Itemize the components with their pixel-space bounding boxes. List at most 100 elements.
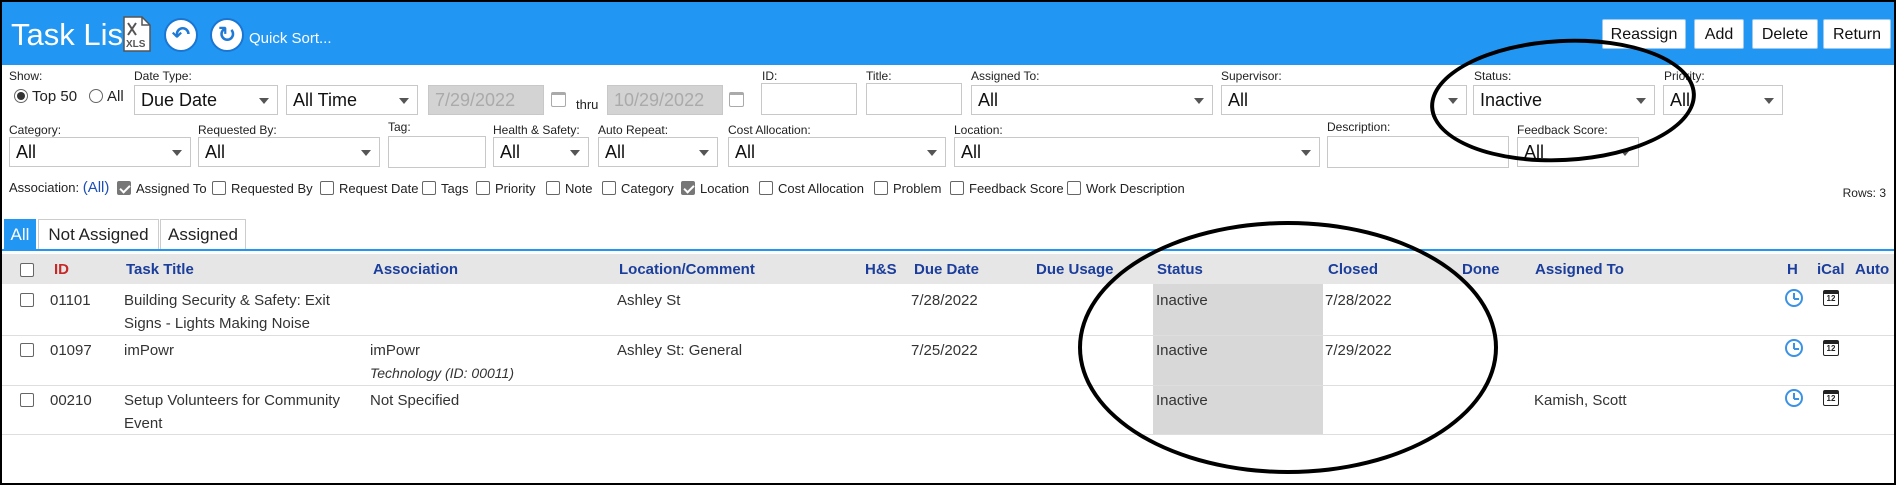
- task-location: Ashley St: [617, 292, 681, 309]
- row-divider: [2, 434, 1894, 435]
- title-label: Title:: [866, 69, 892, 83]
- ical-calendar-icon[interactable]: 12: [1823, 290, 1839, 306]
- health-safety-select[interactable]: All: [493, 137, 589, 167]
- cost-allocation-select[interactable]: All: [728, 137, 946, 167]
- select-all-checkbox[interactable]: [20, 263, 34, 277]
- tab-assigned[interactable]: Assigned: [160, 219, 246, 250]
- cost-allocation-label: Cost Allocation:: [728, 123, 811, 137]
- association-checkbox[interactable]: [546, 181, 560, 195]
- col-auto[interactable]: Auto: [1855, 261, 1889, 278]
- return-button[interactable]: Return: [1823, 19, 1891, 49]
- association-checkbox[interactable]: [1067, 181, 1081, 195]
- col-done[interactable]: Done: [1462, 261, 1500, 278]
- association-checkbox[interactable]: [476, 181, 490, 195]
- page-title: Task List: [11, 17, 132, 52]
- refresh-icon[interactable]: ↻: [210, 18, 244, 52]
- ical-calendar-icon[interactable]: 12: [1823, 340, 1839, 356]
- task-list-window: Task List XLS ↶ ↻ Quick Sort... Reassign…: [0, 0, 1896, 485]
- col-assigned-to[interactable]: Assigned To: [1535, 261, 1624, 278]
- location-label: Location:: [954, 123, 1003, 137]
- col-task-title[interactable]: Task Title: [126, 261, 194, 278]
- col-health-safety[interactable]: H&S: [865, 261, 897, 278]
- association-checkbox[interactable]: [602, 181, 616, 195]
- id-input[interactable]: [761, 83, 857, 115]
- requested-by-label: Requested By:: [198, 123, 277, 137]
- association-checkbox[interactable]: [759, 181, 773, 195]
- chevron-down-icon: [699, 150, 709, 156]
- date-type-select[interactable]: Due Date: [134, 85, 278, 115]
- health-safety-label: Health & Safety:: [493, 123, 580, 137]
- history-clock-icon[interactable]: [1785, 389, 1803, 407]
- association-checkbox[interactable]: [422, 181, 436, 195]
- task-title[interactable]: imPowr: [124, 342, 174, 359]
- date-to-input[interactable]: 10/29/2022: [607, 85, 723, 115]
- title-input[interactable]: [866, 83, 962, 115]
- col-location-comment[interactable]: Location/Comment: [619, 261, 755, 278]
- assigned-to-select[interactable]: All: [971, 85, 1213, 115]
- date-from-input[interactable]: 7/29/2022: [428, 85, 544, 115]
- calendar-icon[interactable]: [551, 92, 566, 107]
- category-select[interactable]: All: [9, 137, 191, 167]
- association-option-label: Note: [565, 181, 593, 196]
- date-type-label: Date Type:: [134, 69, 192, 83]
- task-location: Ashley St: General: [617, 342, 743, 359]
- task-id[interactable]: 00210: [50, 392, 92, 409]
- association-option-label: Problem: [893, 181, 942, 196]
- thru-label: thru: [576, 97, 599, 112]
- row-checkbox[interactable]: [20, 393, 34, 407]
- col-ical[interactable]: iCal: [1817, 261, 1845, 278]
- date-range-select[interactable]: All Time: [286, 85, 418, 115]
- calendar-icon[interactable]: [729, 92, 744, 107]
- task-association: Not Specified: [370, 392, 460, 409]
- association-row: Association: (All): [9, 179, 109, 196]
- tag-input[interactable]: [388, 136, 486, 168]
- task-association: imPowr: [370, 342, 421, 359]
- task-association-detail: Technology (ID: 00011): [370, 365, 514, 381]
- row-checkbox[interactable]: [20, 293, 34, 307]
- association-label: Association:: [9, 180, 80, 195]
- show-top50-radio[interactable]: [14, 89, 28, 103]
- task-id[interactable]: 01101: [50, 292, 91, 309]
- add-button[interactable]: Add: [1694, 19, 1744, 49]
- association-all-link[interactable]: (All): [83, 179, 110, 196]
- col-h[interactable]: H: [1787, 261, 1798, 278]
- association-checkbox[interactable]: [117, 181, 131, 195]
- delete-button[interactable]: Delete: [1752, 19, 1818, 49]
- chevron-down-icon: [1301, 150, 1311, 156]
- show-all-radio[interactable]: [89, 89, 103, 103]
- association-checkbox[interactable]: [212, 181, 226, 195]
- requested-by-select[interactable]: All: [198, 137, 380, 167]
- task-title[interactable]: Setup Volunteers for Community Event: [124, 389, 369, 435]
- association-checkbox[interactable]: [320, 181, 334, 195]
- col-id[interactable]: ID: [54, 261, 69, 278]
- history-clock-icon[interactable]: [1785, 289, 1803, 307]
- xls-export-icon[interactable]: XLS: [122, 15, 152, 53]
- association-checkbox[interactable]: [874, 181, 888, 195]
- id-label: ID:: [762, 69, 778, 83]
- row-divider: [2, 335, 1894, 336]
- task-id[interactable]: 01097: [50, 342, 92, 359]
- undo-icon[interactable]: ↶: [164, 18, 198, 52]
- col-association[interactable]: Association: [373, 261, 458, 278]
- tab-all[interactable]: All: [4, 219, 36, 250]
- col-due-usage[interactable]: Due Usage: [1036, 261, 1114, 278]
- chevron-down-icon: [399, 98, 409, 104]
- chevron-down-icon: [570, 150, 580, 156]
- association-option-label: Tags: [441, 181, 469, 196]
- task-title[interactable]: Building Security & Safety: Exit Signs -…: [124, 289, 360, 335]
- chevron-down-icon: [1764, 98, 1774, 104]
- association-option-label: Assigned To: [136, 181, 207, 196]
- quick-sort-link[interactable]: Quick Sort...: [249, 30, 332, 47]
- auto-repeat-select[interactable]: All: [598, 137, 718, 167]
- row-checkbox[interactable]: [20, 343, 34, 357]
- task-assigned-to: Kamish, Scott: [1534, 392, 1627, 409]
- tab-not-assigned[interactable]: Not Assigned: [38, 219, 159, 250]
- history-clock-icon[interactable]: [1785, 339, 1803, 357]
- ical-calendar-icon[interactable]: 12: [1823, 390, 1839, 406]
- tag-label: Tag:: [388, 120, 411, 134]
- location-select[interactable]: All: [954, 137, 1320, 167]
- col-due-date[interactable]: Due Date: [914, 261, 979, 278]
- association-checkbox[interactable]: [681, 181, 695, 195]
- association-checkbox[interactable]: [950, 181, 964, 195]
- show-all-label: All: [107, 88, 124, 105]
